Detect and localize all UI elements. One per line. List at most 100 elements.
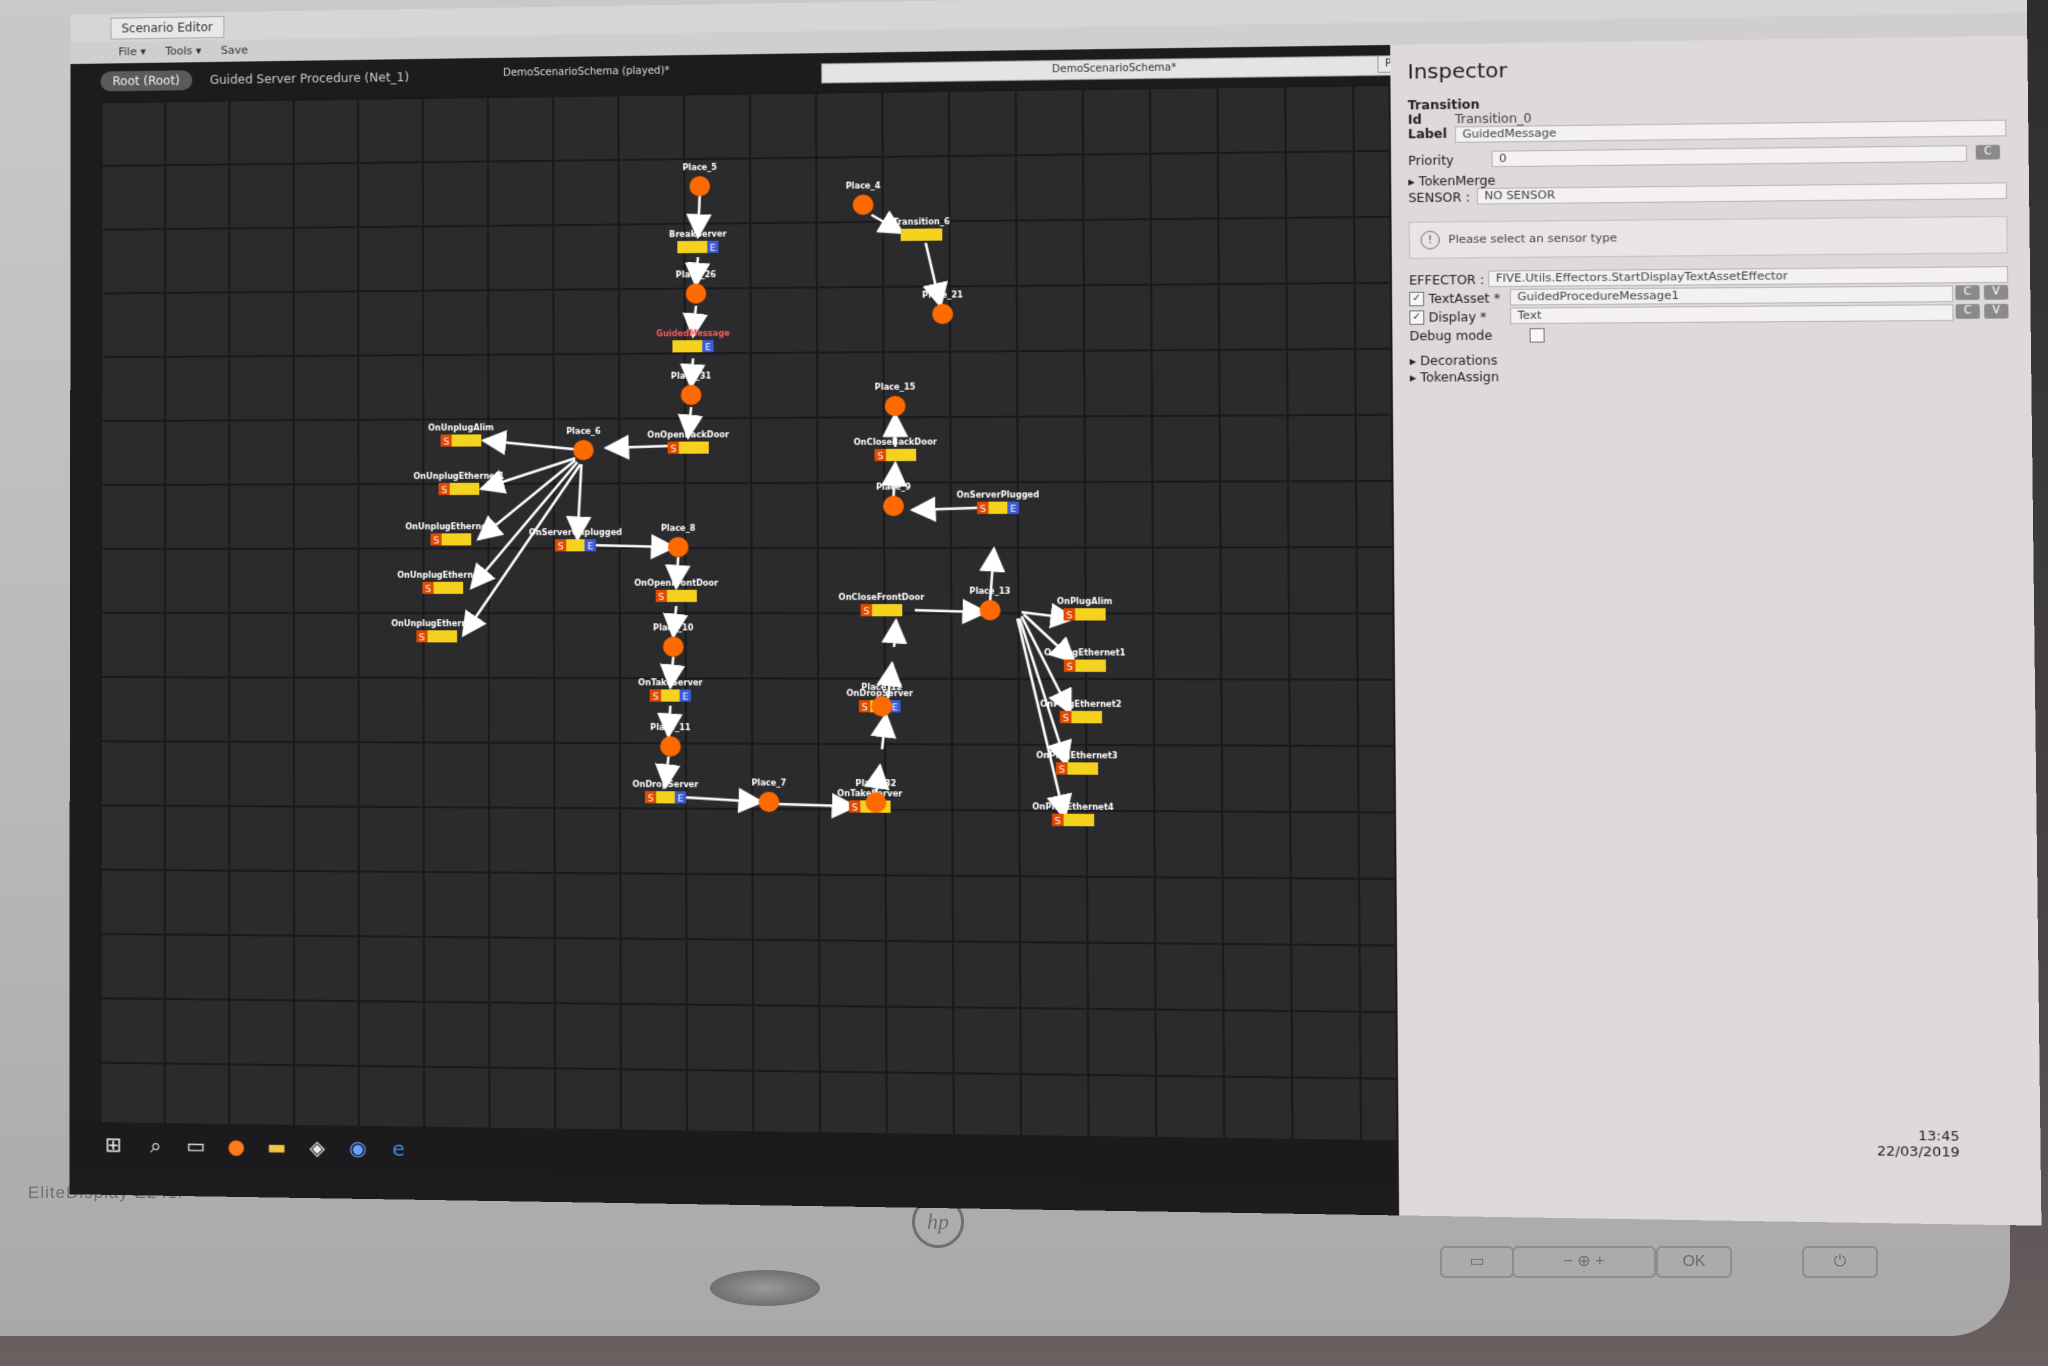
textasset-v-button[interactable]: V xyxy=(1983,284,2009,300)
decorations-foldout[interactable]: ▸ Decorations xyxy=(1410,353,1498,368)
sensor-badge-label: S xyxy=(433,536,439,546)
sensor-badge-label: S xyxy=(1066,611,1072,621)
sensor-badge-label: S xyxy=(558,542,564,552)
place-label: Place_6 xyxy=(566,427,601,436)
place-label: Place_26 xyxy=(676,270,717,279)
textasset-checkbox[interactable]: ✓ xyxy=(1409,291,1425,307)
sensor-badge-label: S xyxy=(648,794,654,804)
priority-field[interactable]: 0 xyxy=(1491,145,1968,168)
place-label: Place_9 xyxy=(876,482,912,491)
sensor-badge-label: S xyxy=(852,803,858,813)
osd-menu-button[interactable]: ▭ xyxy=(1440,1246,1514,1278)
place-label: Place_15 xyxy=(875,382,916,391)
debug-mode-label: Debug mode xyxy=(1409,328,1493,344)
token-assign-label: TokenAssign xyxy=(1420,369,1500,385)
place-node-place-13[interactable] xyxy=(979,599,1001,621)
label-field[interactable]: GuidedMessage xyxy=(1454,119,2007,143)
osd-ok-button[interactable]: OK xyxy=(1656,1246,1732,1278)
sensor-badge-label: S xyxy=(1059,765,1065,775)
place-node-place-32[interactable] xyxy=(865,792,887,813)
display-c-button[interactable]: C xyxy=(1955,304,1980,319)
place-node-place-21[interactable] xyxy=(932,303,954,325)
effector-label: EFFECTOR : xyxy=(1409,272,1485,288)
menu-save[interactable]: Save xyxy=(213,39,256,61)
inspector-title: Inspector xyxy=(1407,57,1508,84)
place-node-place-31[interactable] xyxy=(680,384,702,406)
textasset-field[interactable]: GuidedProcedureMessage1 xyxy=(1509,285,1954,306)
taskbar-clock[interactable]: 13:45 22/03/2019 xyxy=(1877,1128,1960,1161)
clock-time: 13:45 xyxy=(1917,1128,1960,1145)
place-node-place-7[interactable] xyxy=(758,791,780,813)
token-assign-foldout[interactable]: ▸ TokenAssign xyxy=(1410,370,1499,385)
effector-badge-label: E xyxy=(677,794,683,804)
transition-label: OnUnplugEthernet3 xyxy=(397,571,488,580)
place-node-place-10[interactable] xyxy=(662,636,684,657)
id-label: Id xyxy=(1407,112,1422,127)
petri-net-graph-canvas[interactable]: E BreakServer E GuidedMessage S OnOpenBackDoo… xyxy=(99,84,1396,1140)
transition-label: Transition_6 xyxy=(893,217,950,227)
effector-badge-label: E xyxy=(710,244,716,254)
effector-field[interactable]: FIVE.Utils.Effectors.StartDisplayTextAss… xyxy=(1488,266,2009,288)
place-node-place-15[interactable] xyxy=(884,395,906,417)
place-node-place-8[interactable] xyxy=(667,536,689,558)
unity-icon[interactable]: ◈ xyxy=(303,1133,331,1162)
sensor-badge-label: S xyxy=(652,692,658,702)
graph-svg: E BreakServer E GuidedMessage S OnOpenBackDoo… xyxy=(99,84,1396,1140)
chrome-icon[interactable]: ◉ xyxy=(344,1134,372,1163)
transition-label: OnOpenFrontDoor xyxy=(634,579,718,588)
file-explorer-icon[interactable]: ▬ xyxy=(263,1133,291,1162)
debug-mode-checkbox[interactable] xyxy=(1529,328,1545,343)
sensor-badge-label: S xyxy=(877,452,883,462)
sensor-badge-label: S xyxy=(1067,663,1073,673)
osd-minus-plus-button[interactable]: − ⊕ + xyxy=(1512,1246,1656,1278)
sensor-badge-label: S xyxy=(658,593,664,603)
display-v-button[interactable]: V xyxy=(1984,303,2009,319)
display-label: Display * xyxy=(1428,309,1487,325)
effector-badge-label: E xyxy=(587,542,593,552)
breadcrumb-root[interactable]: Root (Root) xyxy=(100,70,192,92)
place-node-place-9[interactable] xyxy=(883,495,904,517)
place-label: Place_31 xyxy=(671,371,711,380)
place-node-place-6[interactable] xyxy=(573,439,594,461)
transition-label: OnPlugAlim xyxy=(1057,597,1112,606)
transition-label: OnUnplugEthernet4 xyxy=(391,619,482,628)
place-node-place-26[interactable] xyxy=(685,283,707,304)
decorations-label: Decorations xyxy=(1420,353,1498,369)
token-merge-label: TokenMerge xyxy=(1418,173,1496,189)
warning-text: Please select an sensor type xyxy=(1448,231,1618,247)
transition-node[interactable] xyxy=(900,228,943,242)
place-node-place-5[interactable] xyxy=(689,176,711,197)
place-node-place-4[interactable] xyxy=(852,194,874,216)
edge-icon[interactable]: e xyxy=(384,1134,413,1163)
textasset-c-button[interactable]: C xyxy=(1955,285,1980,301)
place-label: Place_13 xyxy=(969,587,1010,596)
display-checkbox[interactable]: ✓ xyxy=(1409,310,1425,325)
display-field[interactable]: Text xyxy=(1509,304,1954,325)
firefox-icon[interactable]: ● xyxy=(222,1132,250,1161)
warning-icon: ! xyxy=(1420,230,1440,250)
token-merge-foldout[interactable]: ▸ TokenMerge xyxy=(1408,173,1495,188)
windows-start-icon[interactable]: ⊞ xyxy=(99,1130,127,1159)
place-node-place-11[interactable] xyxy=(660,736,681,757)
textasset-label: TextAsset * xyxy=(1428,291,1501,307)
menu-file[interactable]: File ▾ xyxy=(110,41,153,63)
priority-c-button[interactable]: C xyxy=(1975,144,2001,160)
search-icon[interactable]: ⌕ xyxy=(142,1131,170,1160)
id-value: Transition_0 xyxy=(1454,111,1532,127)
task-view-icon[interactable]: ▭ xyxy=(182,1131,210,1160)
sensor-badge-label: S xyxy=(1063,714,1069,724)
place-label: Place_10 xyxy=(653,623,694,632)
osd-power-button[interactable]: ⏻ xyxy=(1802,1246,1878,1278)
place-label: Place_11 xyxy=(650,723,691,732)
menu-tools[interactable]: Tools ▾ xyxy=(157,40,209,62)
effector-badge-label: E xyxy=(1010,505,1016,515)
monitor-stand xyxy=(710,1270,820,1306)
breadcrumb-current[interactable]: Guided Server Procedure (Net_1) xyxy=(204,67,415,90)
window-title[interactable]: Scenario Editor xyxy=(110,15,224,40)
schema-field[interactable]: DemoScenarioSchema* xyxy=(821,54,1412,84)
place-node-place-12[interactable] xyxy=(871,696,893,717)
transition-label: OnCloseFrontDoor xyxy=(839,593,925,602)
sensor-field[interactable]: NO SENSOR xyxy=(1476,182,2008,205)
priority-label: Priority xyxy=(1408,153,1454,169)
transition-label: OnDropServer xyxy=(632,780,698,790)
